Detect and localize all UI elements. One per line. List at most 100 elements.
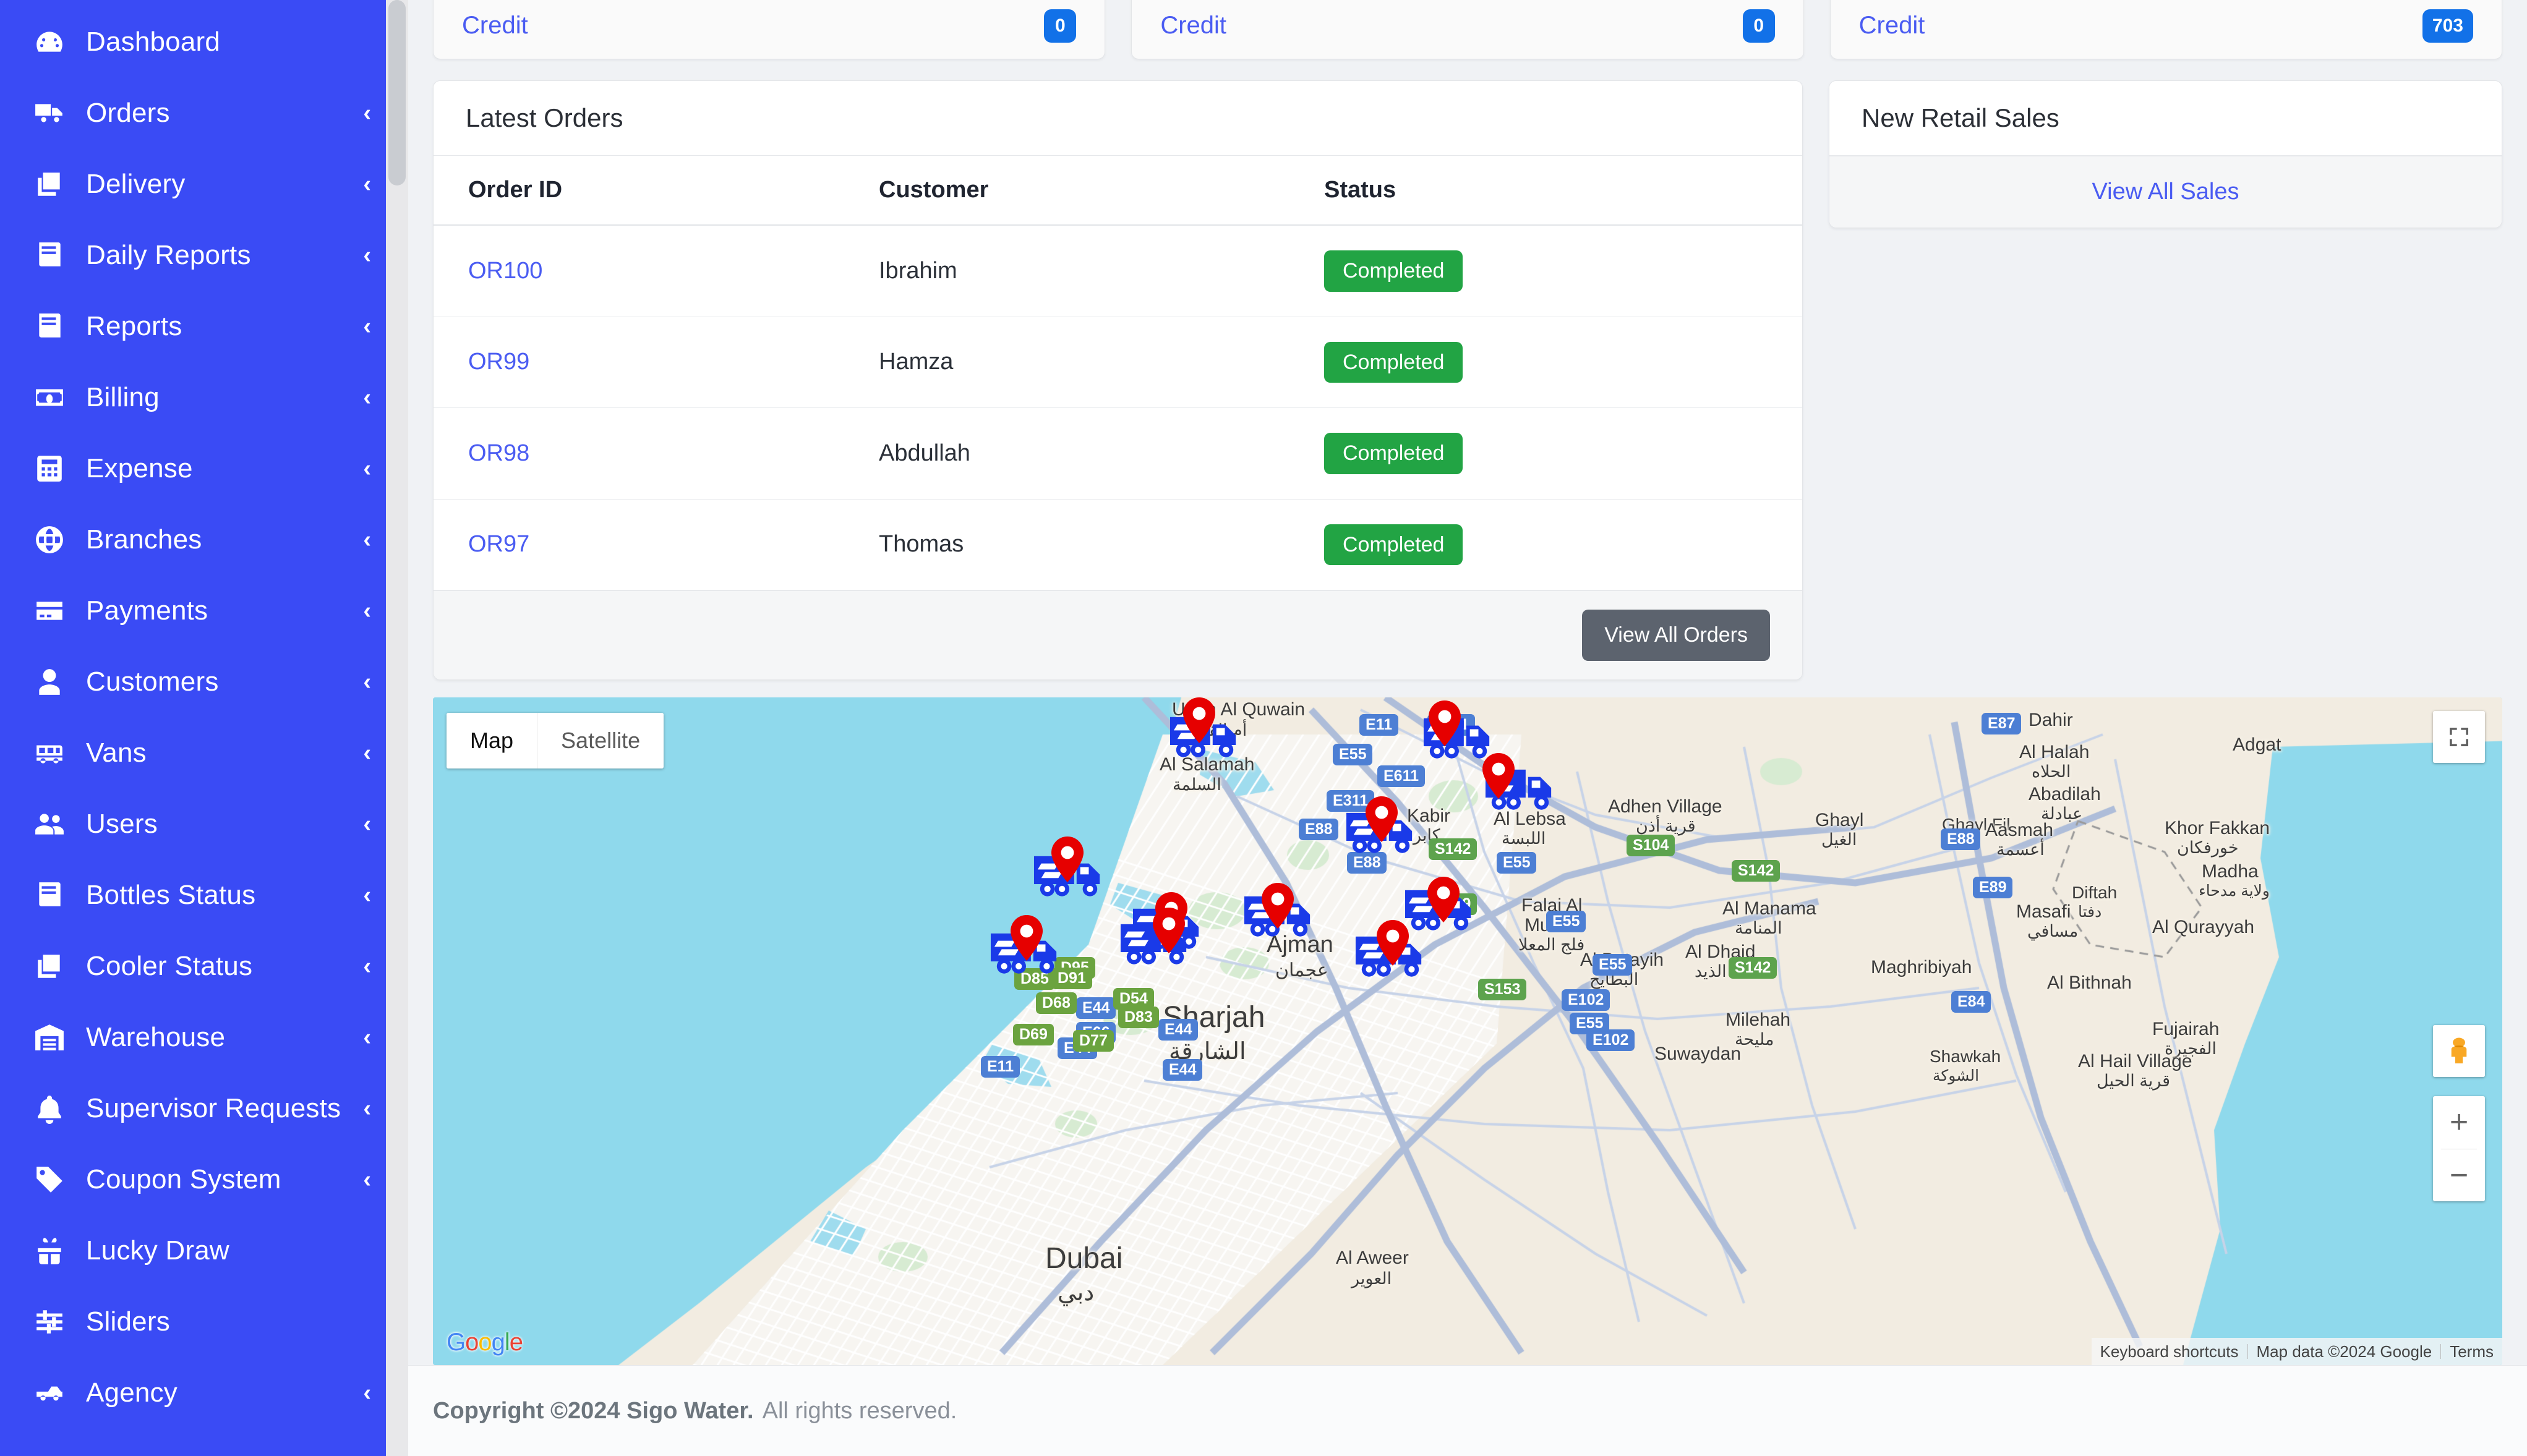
sidebar-item-agency[interactable]: Agency ‹ — [0, 1357, 408, 1428]
map-location-pin-icon[interactable] — [1482, 753, 1515, 799]
warehouse-icon — [34, 1022, 72, 1053]
google-logo-letter-o1: o — [465, 1329, 479, 1356]
chevron-left-icon[interactable]: ‹ — [363, 101, 371, 125]
order-id-link[interactable]: OR99 — [468, 349, 529, 375]
sidebar-item-billing[interactable]: Billing ‹ — [0, 362, 408, 433]
column-header-status: Status — [1324, 156, 1802, 226]
order-customer: Thomas — [879, 499, 1324, 590]
stat-badge: 703 — [2422, 9, 2473, 43]
sidebar-item-bottles-status[interactable]: Bottles Status ‹ — [0, 859, 408, 930]
map-place-label: Abadilah — [2029, 784, 2101, 804]
keyboard-shortcuts-link[interactable]: Keyboard shortcuts — [2092, 1342, 2247, 1361]
map-location-pin-icon[interactable] — [1366, 796, 1398, 842]
book-icon — [34, 311, 72, 342]
sidebar-item-payments[interactable]: Payments ‹ — [0, 575, 408, 646]
sidebar-nav: Dashboard Orders ‹ Delivery ‹ Daily Reports ‹ R… — [0, 0, 408, 1428]
sliders-icon — [34, 1306, 72, 1337]
delivery-map[interactable]: Umm Al Quwain أم القيوين Al Salamah السلمة A… — [433, 697, 2502, 1365]
map-data-text: Map data ©2024 Google — [2256, 1342, 2432, 1361]
order-id-link[interactable]: OR98 — [468, 440, 529, 466]
sidebar-item-warehouse[interactable]: Warehouse ‹ — [0, 1002, 408, 1073]
sidebar-item-vans[interactable]: Vans ‹ — [0, 717, 408, 788]
sidebar-item-label: Vans — [86, 737, 147, 768]
chevron-left-icon[interactable]: ‹ — [363, 172, 371, 196]
map-place-label: Fujairah — [2152, 1019, 2220, 1039]
chevron-left-icon[interactable]: ‹ — [363, 741, 371, 765]
sidebar-item-expense[interactable]: Expense ‹ — [0, 433, 408, 504]
road-shield-label: E84 — [1951, 991, 1991, 1013]
chevron-left-icon[interactable]: ‹ — [363, 244, 371, 267]
chevron-left-icon[interactable]: ‹ — [363, 812, 371, 836]
sidebar-item-delivery[interactable]: Delivery ‹ — [0, 148, 408, 219]
sidebar-item-dashboard[interactable]: Dashboard — [0, 6, 408, 77]
sidebar-item-daily-reports[interactable]: Daily Reports ‹ — [0, 219, 408, 291]
map-location-pin-icon[interactable] — [1183, 697, 1215, 743]
chevron-left-icon[interactable]: ‹ — [363, 528, 371, 551]
map-type-satellite-button[interactable]: Satellite — [537, 713, 664, 768]
status-badge: Completed — [1324, 250, 1463, 292]
chevron-left-icon[interactable]: ‹ — [363, 1097, 371, 1120]
fullscreen-icon[interactable] — [2433, 711, 2485, 763]
page-footer: Copyright ©2024 Sigo Water. All rights r… — [408, 1365, 2527, 1456]
road-shield-label: D83 — [1118, 1007, 1159, 1028]
chevron-left-icon[interactable]: ‹ — [363, 955, 371, 978]
order-customer: Abdullah — [879, 407, 1324, 500]
chevron-left-icon[interactable]: ‹ — [363, 386, 371, 409]
sidebar-item-cooler-status[interactable]: Cooler Status ‹ — [0, 930, 408, 1002]
map-location-pin-icon[interactable] — [1429, 700, 1461, 746]
map-location-pin-icon[interactable] — [1377, 920, 1409, 966]
bell-icon — [34, 1093, 72, 1124]
sidebar-item-coupon-system[interactable]: Coupon System ‹ — [0, 1144, 408, 1215]
order-id-link[interactable]: OR100 — [468, 258, 542, 284]
map-location-pin-icon[interactable] — [1011, 915, 1043, 961]
stat-label: Credit — [462, 12, 528, 39]
status-badge: Completed — [1324, 341, 1463, 383]
stat-card: Cash0Credit0 — [1131, 0, 1804, 59]
new-retail-sales-footer: View All Sales — [1829, 156, 2502, 228]
sidebar-item-users[interactable]: Users ‹ — [0, 788, 408, 859]
chevron-left-icon[interactable]: ‹ — [363, 315, 371, 338]
pegman-icon[interactable] — [2433, 1025, 2485, 1077]
sidebar-item-customers[interactable]: Customers ‹ — [0, 646, 408, 717]
sidebar-scrollbar[interactable] — [386, 0, 408, 1456]
chevron-left-icon[interactable]: ‹ — [363, 670, 371, 694]
chevron-left-icon[interactable]: ‹ — [363, 883, 371, 907]
zoom-out-button[interactable]: − — [2433, 1149, 2485, 1202]
view-all-orders-button[interactable]: View All Orders — [1582, 610, 1770, 661]
sidebar-item-lucky-draw[interactable]: Lucky Draw — [0, 1215, 408, 1286]
sidebar-item-label: Reports — [86, 310, 182, 341]
chevron-left-icon[interactable]: ‹ — [363, 1168, 371, 1191]
map-place-label: عجمان — [1275, 960, 1328, 981]
chevron-left-icon[interactable]: ‹ — [363, 457, 371, 480]
latest-orders-title: Latest Orders — [434, 81, 1802, 156]
map-place-label: Khor Fakkan — [2165, 818, 2270, 838]
terms-link[interactable]: Terms — [2441, 1342, 2502, 1361]
order-id-link[interactable]: OR97 — [468, 531, 529, 557]
map-location-pin-icon[interactable] — [1153, 908, 1185, 953]
map-place-label: دبي — [1058, 1280, 1095, 1306]
road-shield-label: E55 — [1593, 954, 1633, 976]
zoom-in-button[interactable]: + — [2433, 1096, 2485, 1149]
sidebar-item-supervisor-requests[interactable]: Supervisor Requests ‹ — [0, 1073, 408, 1144]
chevron-left-icon[interactable]: ‹ — [363, 599, 371, 623]
sidebar-scrollbar-thumb[interactable] — [388, 0, 406, 185]
map-location-pin-icon[interactable] — [1051, 837, 1084, 882]
sidebar-item-label: Daily Reports — [86, 239, 251, 270]
map-location-pin-icon[interactable] — [1262, 883, 1294, 929]
map-place-label: Dubai — [1045, 1242, 1123, 1275]
road-shield-label: E55 — [1546, 911, 1586, 932]
table-row: OR99 Hamza Completed — [434, 317, 1802, 408]
map-location-pin-icon[interactable] — [1427, 877, 1460, 922]
road-shield-label: E55 — [1497, 852, 1537, 874]
sidebar-item-branches[interactable]: Branches ‹ — [0, 504, 408, 575]
map-type-map-button[interactable]: Map — [447, 713, 537, 768]
view-all-sales-link[interactable]: View All Sales — [2092, 179, 2239, 205]
road-shield-label: E611 — [1377, 765, 1426, 787]
chevron-left-icon[interactable]: ‹ — [363, 1026, 371, 1049]
sidebar-item-orders[interactable]: Orders ‹ — [0, 77, 408, 148]
sidebar-item-reports[interactable]: Reports ‹ — [0, 291, 408, 362]
map-place-label: مسافي — [2027, 922, 2079, 940]
sidebar-item-sliders[interactable]: Sliders — [0, 1286, 408, 1357]
status-badge: Completed — [1324, 524, 1463, 565]
chevron-left-icon[interactable]: ‹ — [363, 1381, 371, 1405]
